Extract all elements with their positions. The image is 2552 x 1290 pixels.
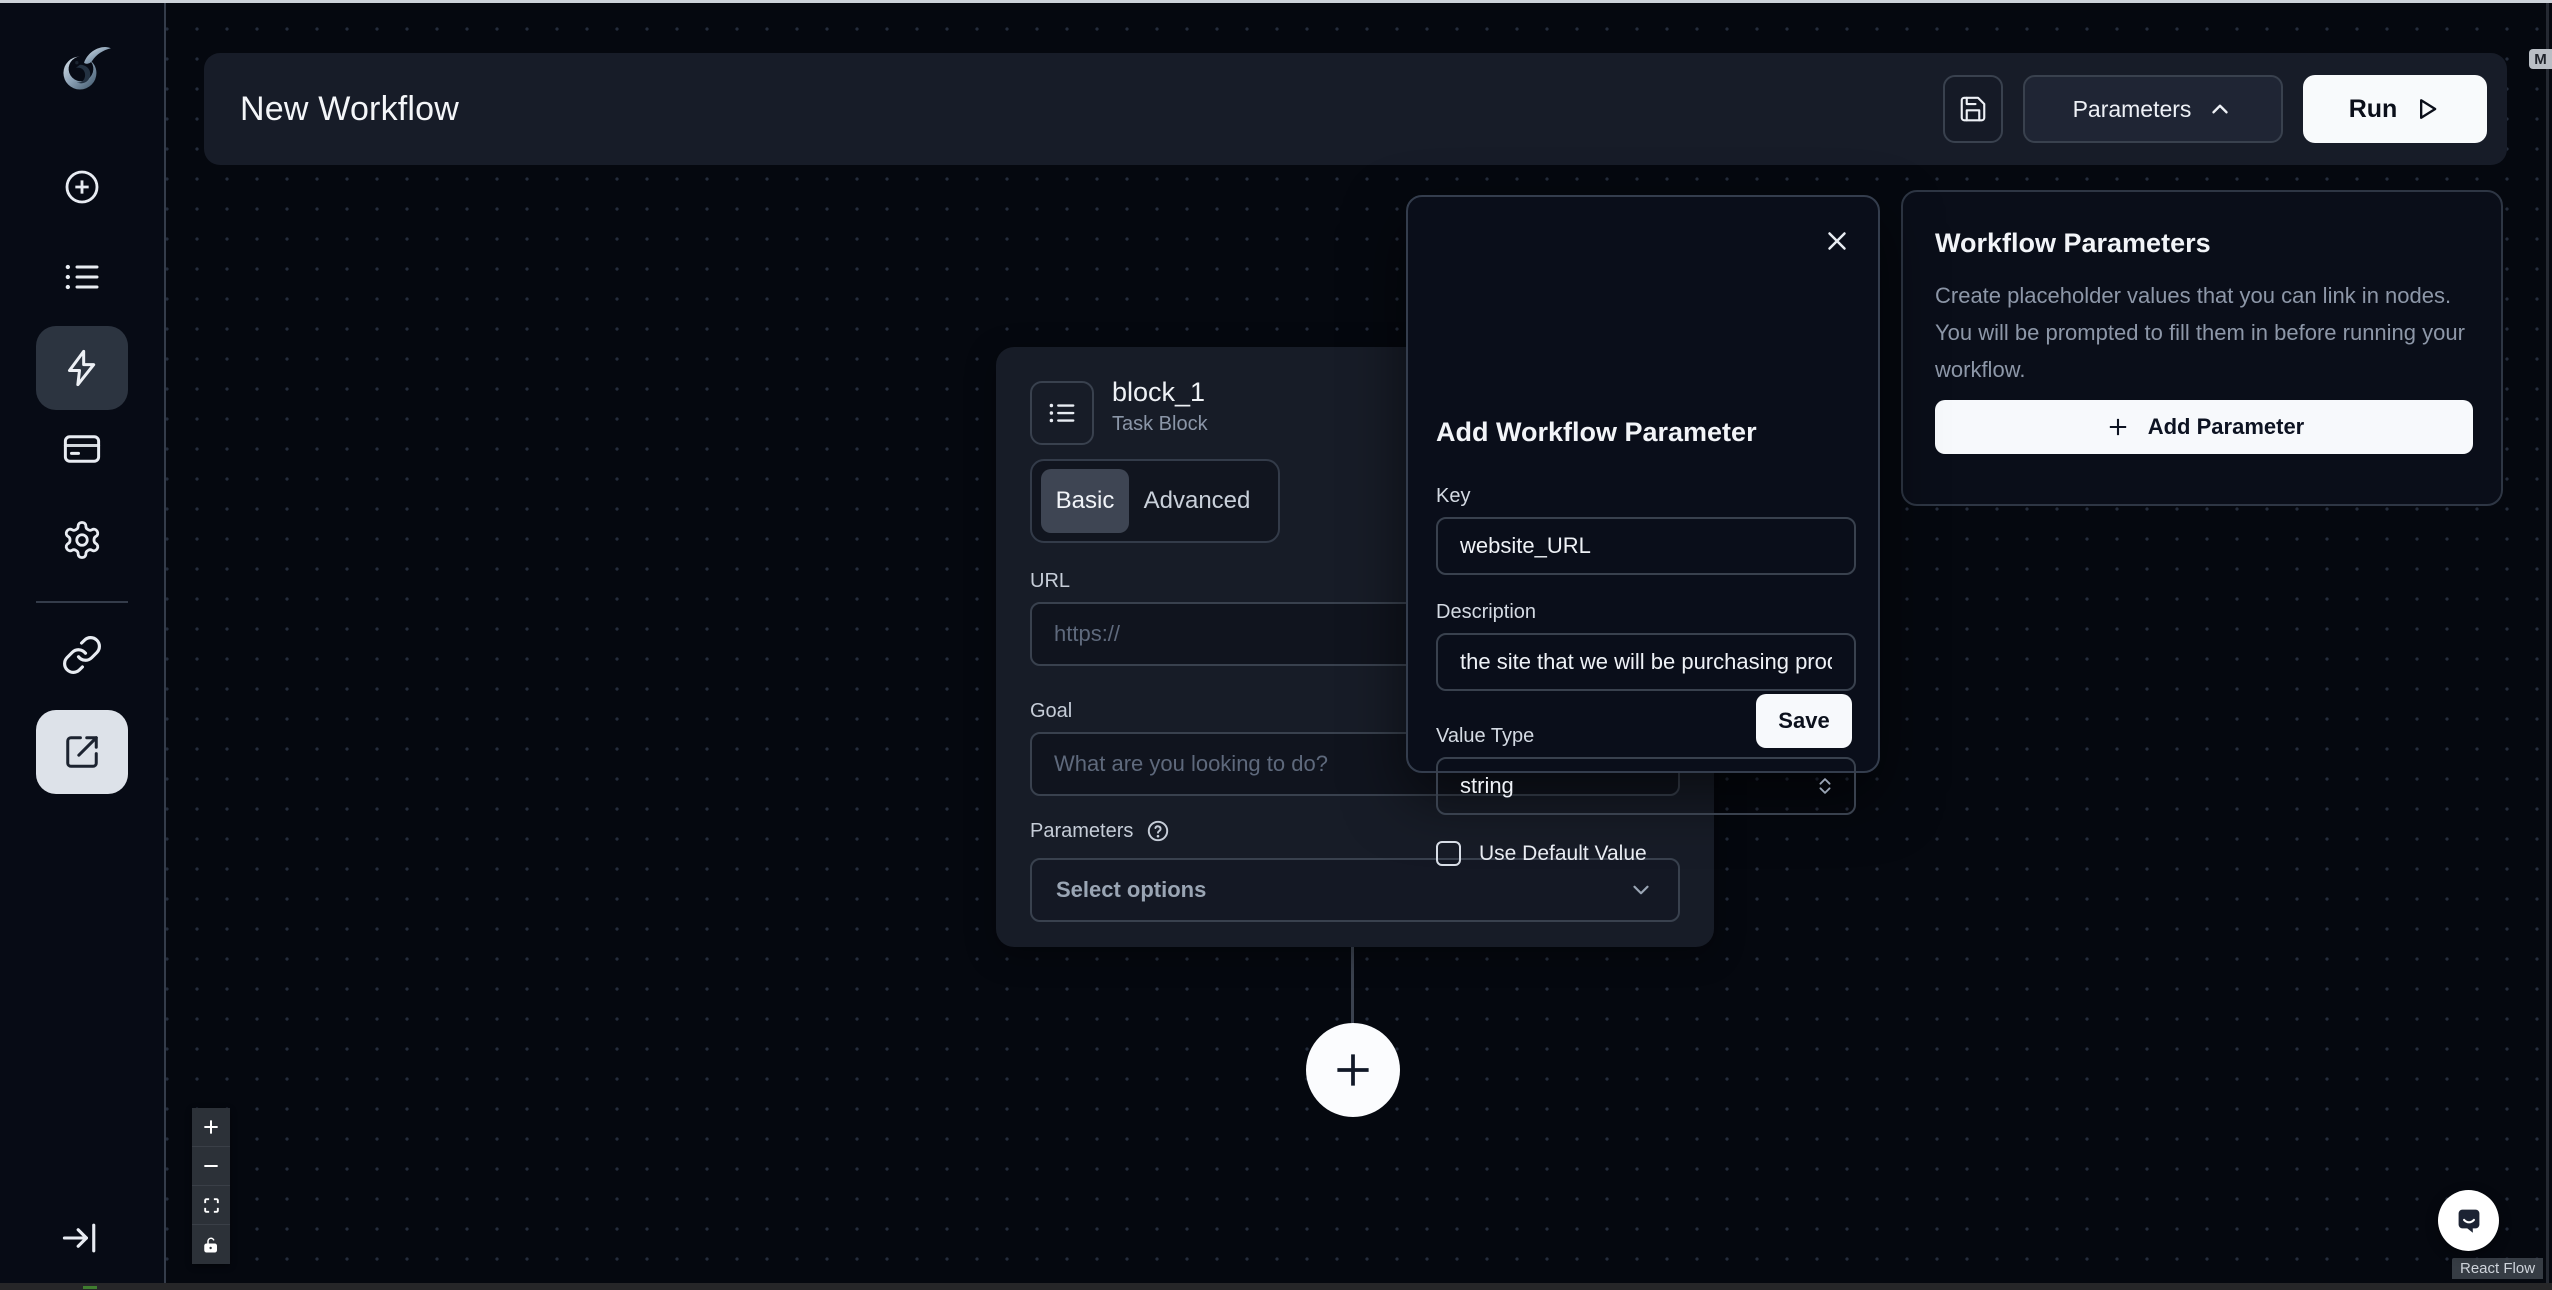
sidebar-item-integrations[interactable] [61, 634, 103, 676]
node-tabs: Basic Advanced [1030, 459, 1280, 543]
dragon-logo-icon [49, 40, 115, 106]
plus-icon [2104, 413, 2132, 441]
use-default-checkbox[interactable] [1436, 841, 1461, 866]
sidebar-item-settings[interactable] [61, 519, 103, 561]
parameters-label: Parameters [1030, 820, 1133, 843]
arrow-right-to-line-icon [58, 1216, 102, 1260]
tab-basic[interactable]: Basic [1041, 469, 1129, 533]
parameters-button-label: Parameters [2073, 96, 2192, 123]
list-icon [1047, 398, 1077, 428]
description-label: Description [1436, 601, 1536, 624]
list-icon [62, 257, 102, 297]
window-artifact: M [2529, 49, 2552, 69]
sidebar-item-create[interactable] [62, 167, 102, 207]
node-icon-tile [1030, 381, 1094, 445]
chevrons-up-down-icon [1814, 775, 1836, 797]
scrollbar-track[interactable] [2546, 3, 2549, 1284]
value-type-label: Value Type [1436, 725, 1534, 748]
parameters-select-value: Select options [1056, 877, 1206, 903]
sidebar-expand-button[interactable] [58, 1216, 102, 1260]
page-title: New Workflow [240, 90, 459, 129]
chat-bubble-icon [2453, 1205, 2485, 1237]
modal-title: Add Workflow Parameter [1436, 417, 1757, 448]
fit-view-button[interactable] [192, 1186, 230, 1225]
node-title: block_1 [1112, 377, 1205, 408]
value-type-value: string [1460, 773, 1514, 799]
fit-view-icon [202, 1196, 221, 1215]
add-parameter-button[interactable]: Add Parameter [1935, 400, 2473, 454]
goal-label: Goal [1030, 700, 1072, 723]
sidebar-divider [36, 601, 128, 603]
sidebar [0, 0, 166, 1290]
modal-save-button[interactable]: Save [1756, 694, 1852, 748]
header-actions: Parameters Run [1943, 53, 2487, 165]
add-node-button[interactable] [1306, 1023, 1400, 1117]
gear-icon [61, 519, 103, 561]
help-circle-icon[interactable] [1145, 818, 1171, 844]
credit-card-icon [61, 428, 103, 470]
run-button[interactable]: Run [2303, 75, 2487, 143]
save-icon [1958, 94, 1988, 124]
run-button-label: Run [2349, 95, 2398, 124]
zoom-in-icon [201, 1117, 221, 1137]
dock-indicator [83, 1286, 97, 1289]
sidebar-item-external[interactable] [36, 710, 128, 794]
key-input[interactable] [1436, 517, 1856, 575]
lock-icon [202, 1236, 220, 1254]
use-default-row: Use Default Value [1436, 841, 1647, 866]
panel-description: Create placeholder values that you can l… [1935, 277, 2479, 388]
use-default-label: Use Default Value [1479, 842, 1647, 866]
tab-advanced[interactable]: Advanced [1133, 469, 1261, 533]
window-top-edge [0, 0, 2552, 3]
node-edge [1351, 947, 1354, 1023]
description-input[interactable] [1436, 633, 1856, 691]
close-icon [1822, 226, 1852, 256]
sidebar-item-runs[interactable] [62, 257, 102, 297]
workflow-builder-app: New Workflow Parameters Run [0, 0, 2552, 1290]
react-flow-attribution[interactable]: React Flow [2452, 1258, 2543, 1279]
value-type-select[interactable]: string [1436, 757, 1856, 815]
key-label: Key [1436, 485, 1470, 508]
skyvern-logo [49, 40, 115, 106]
play-icon [2413, 95, 2441, 123]
parameters-label-row: Parameters [1030, 818, 1171, 844]
save-button[interactable] [1943, 75, 2003, 143]
chevron-up-icon [2207, 96, 2233, 122]
node-subtitle: Task Block [1112, 413, 1208, 436]
zoom-out-icon [201, 1156, 221, 1176]
panel-title: Workflow Parameters [1935, 228, 2469, 259]
link-icon [61, 634, 103, 676]
lightning-icon [62, 348, 102, 388]
plus-circle-icon [62, 167, 102, 207]
lock-button[interactable] [192, 1225, 230, 1264]
url-label: URL [1030, 570, 1070, 593]
close-button[interactable] [1822, 225, 1854, 257]
add-parameter-label: Add Parameter [2148, 414, 2305, 440]
chat-launcher-button[interactable] [2438, 1190, 2499, 1251]
sidebar-item-billing[interactable] [61, 428, 103, 470]
chevron-down-icon [1628, 877, 1654, 903]
sidebar-item-workflows[interactable] [36, 326, 128, 410]
canvas-controls [192, 1108, 230, 1264]
workflow-header: New Workflow Parameters Run [204, 53, 2507, 165]
plus-icon [1328, 1045, 1378, 1095]
external-link-icon [63, 733, 101, 771]
add-parameter-modal: Add Workflow Parameter Key Description V… [1406, 195, 1880, 773]
zoom-out-button[interactable] [192, 1147, 230, 1186]
parameters-toggle-button[interactable]: Parameters [2023, 75, 2283, 143]
parameters-select[interactable]: Select options [1030, 858, 1680, 922]
window-bottom-edge [0, 1283, 2552, 1290]
zoom-in-button[interactable] [192, 1108, 230, 1147]
workflow-parameters-panel: Workflow Parameters Create placeholder v… [1901, 190, 2503, 506]
